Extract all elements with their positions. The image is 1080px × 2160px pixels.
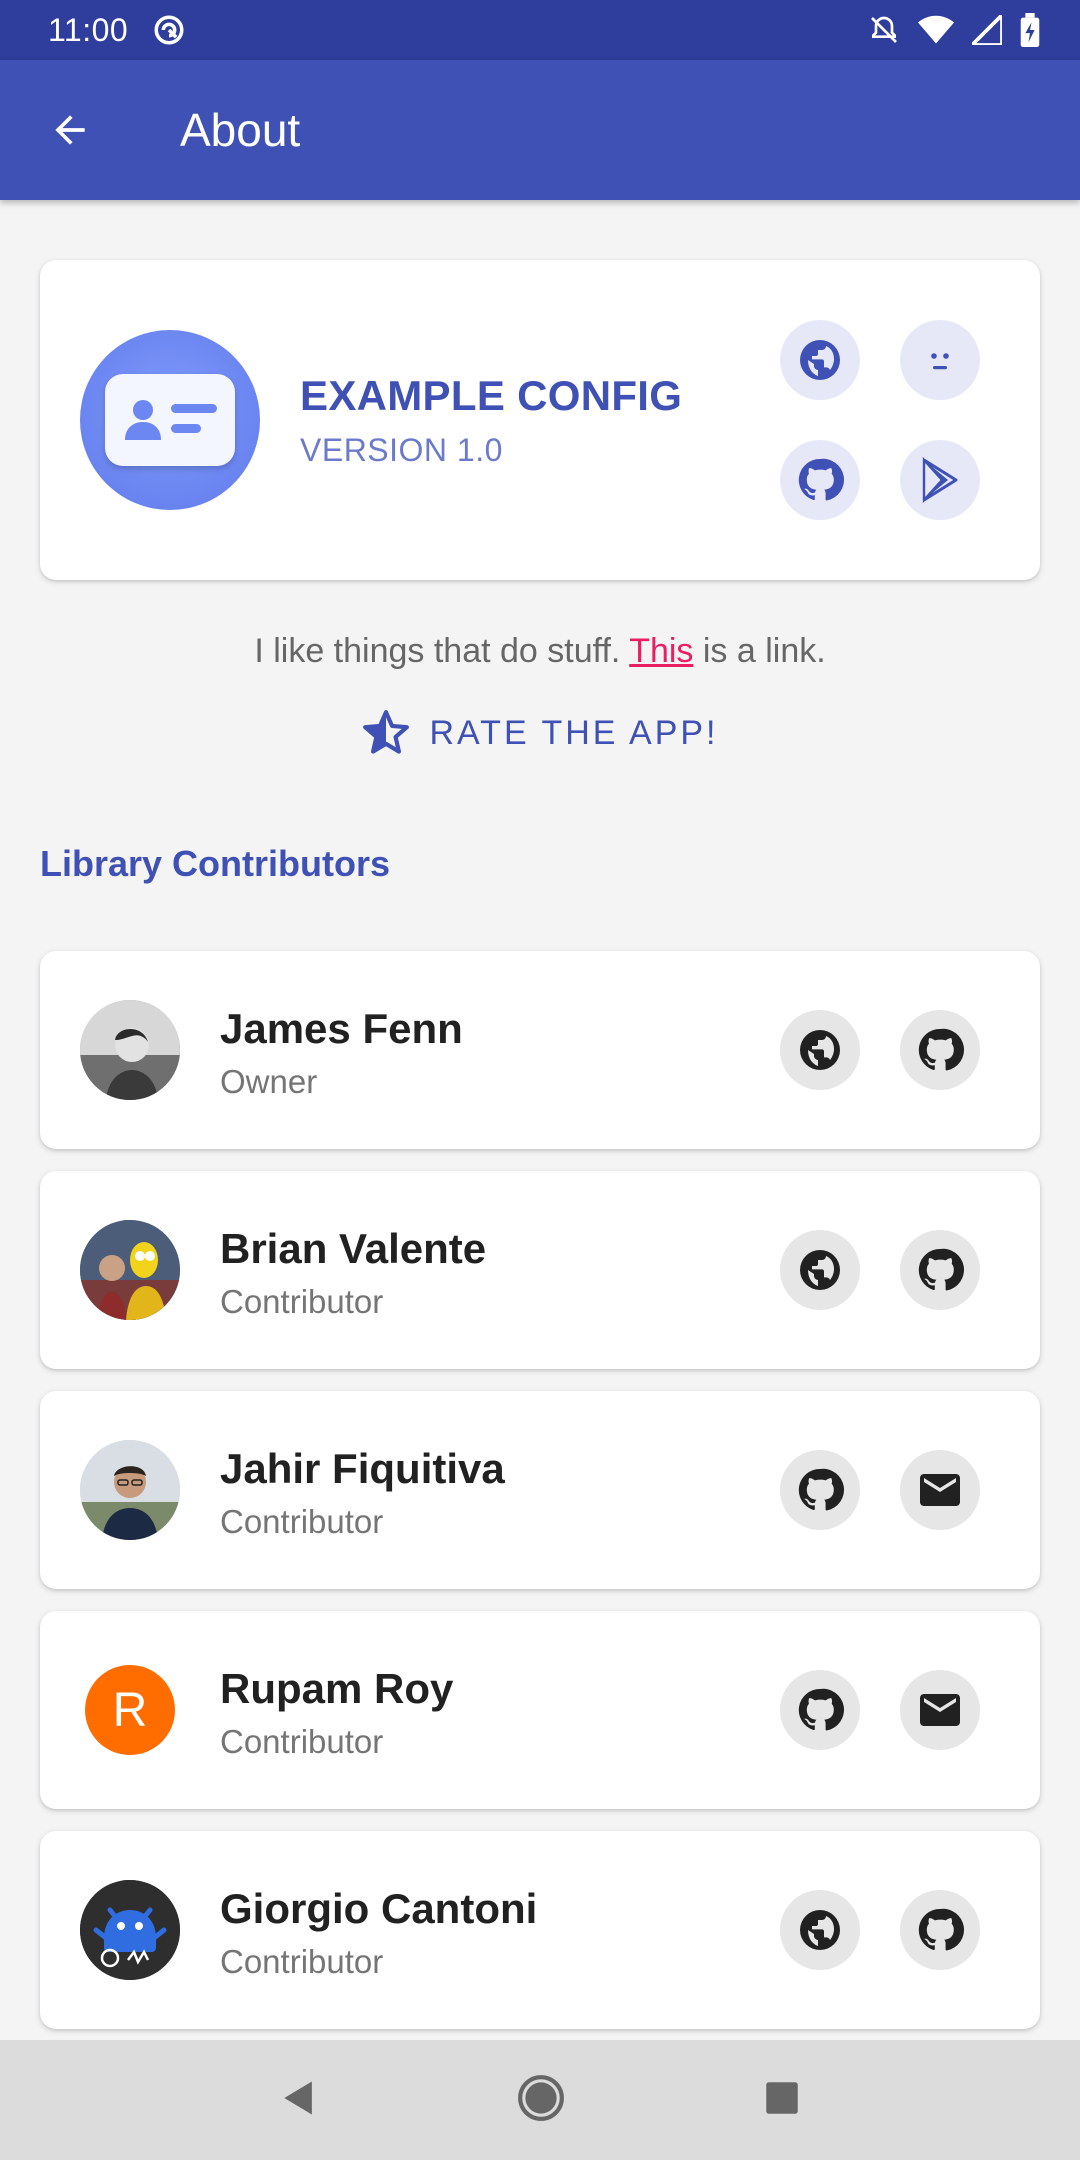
globe-icon <box>800 340 840 380</box>
system-navigation-bar <box>0 2040 1080 2160</box>
rate-app-button[interactable]: RATE THE APP! <box>0 708 1080 758</box>
contributor-card[interactable]: Giorgio Cantoni Contributor <box>40 1831 1040 2029</box>
app-header-card: EXAMPLE CONFIG VERSION 1.0 <box>40 260 1040 580</box>
status-time: 11:00 <box>48 11 129 48</box>
app-logo <box>80 330 260 510</box>
sync-icon <box>152 13 186 47</box>
page-title: About <box>180 104 301 156</box>
contributor-name: Brian Valente <box>220 1225 487 1272</box>
circle-home-icon <box>518 2074 564 2121</box>
contributor-role: Contributor <box>220 1283 384 1320</box>
play-store-icon <box>922 456 958 504</box>
contributor-name: Giorgio Cantoni <box>220 1885 538 1932</box>
contributor-email-button[interactable] <box>900 1670 980 1750</box>
globe-icon <box>800 1030 840 1070</box>
back-button[interactable] <box>0 60 140 200</box>
avatar-letter: R <box>112 1683 148 1737</box>
nav-home-button[interactable] <box>516 2073 566 2128</box>
contributor-github-button[interactable] <box>780 1670 860 1750</box>
github-icon <box>918 1248 964 1291</box>
github-icon <box>798 458 844 501</box>
app-description: I like things that do stuff. This is a l… <box>0 632 1080 671</box>
avatar <box>80 1000 180 1100</box>
feedback-button[interactable] <box>900 320 980 400</box>
triangle-back-icon <box>284 2081 313 2114</box>
section-title-contributors: Library Contributors <box>40 843 391 884</box>
avatar <box>80 1440 180 1540</box>
contributor-website-button[interactable] <box>780 1890 860 1970</box>
contributor-github-button[interactable] <box>780 1450 860 1530</box>
contributor-role: Contributor <box>220 1943 384 1980</box>
globe-icon <box>800 1250 840 1290</box>
github-icon <box>918 1908 964 1951</box>
contributor-role: Contributor <box>220 1723 384 1760</box>
website-button[interactable] <box>780 320 860 400</box>
github-button[interactable] <box>780 440 860 520</box>
contributor-role: Owner <box>220 1063 318 1100</box>
contributor-name: Rupam Roy <box>220 1665 454 1712</box>
play-store-button[interactable] <box>900 440 980 520</box>
avatar <box>80 1880 180 1980</box>
avatar: R <box>85 1665 175 1755</box>
nav-recents-button[interactable] <box>761 2077 803 2124</box>
app-version: VERSION 1.0 <box>300 432 503 468</box>
app-name: EXAMPLE CONFIG <box>300 372 683 419</box>
contributor-card[interactable]: R Rupam Roy Contributor <box>40 1611 1040 1809</box>
github-icon <box>798 1688 844 1731</box>
notifications-off-icon <box>868 14 900 46</box>
contributor-website-button[interactable] <box>780 1010 860 1090</box>
wifi-icon <box>918 14 954 46</box>
contributor-role: Contributor <box>220 1503 384 1540</box>
contributor-card[interactable]: Brian Valente Contributor <box>40 1171 1040 1369</box>
app-bar: About <box>0 60 1080 200</box>
contributor-email-button[interactable] <box>900 1450 980 1530</box>
nav-back-button[interactable] <box>277 2076 321 2125</box>
contributor-github-button[interactable] <box>900 1230 980 1310</box>
contributor-card[interactable]: James Fenn Owner <box>40 951 1040 1149</box>
battery-icon <box>1020 13 1040 47</box>
contributor-github-button[interactable] <box>900 1890 980 1970</box>
email-icon <box>920 1694 960 1726</box>
contributor-name: James Fenn <box>220 1005 463 1052</box>
contributor-name: Jahir Fiquitiva <box>220 1445 505 1492</box>
github-icon <box>918 1028 964 1071</box>
description-text: I like things that do stuff. <box>254 632 630 670</box>
github-icon <box>798 1468 844 1511</box>
contributor-github-button[interactable] <box>900 1010 980 1090</box>
email-icon <box>920 1474 960 1506</box>
contributor-website-button[interactable] <box>780 1230 860 1310</box>
avatar <box>80 1220 180 1320</box>
globe-icon <box>800 1910 840 1950</box>
square-recents-icon <box>765 2081 798 2114</box>
status-bar: 11:00 <box>0 0 1080 60</box>
description-link[interactable]: This <box>629 632 693 670</box>
description-text-end: is a link. <box>693 632 826 670</box>
star-half-icon <box>363 710 410 754</box>
contributor-card[interactable]: Jahir Fiquitiva Contributor <box>40 1391 1040 1589</box>
neutral-face-icon <box>931 353 949 370</box>
rate-app-label: RATE THE APP! <box>429 713 719 752</box>
arrow-back-icon <box>55 115 85 145</box>
id-card-icon <box>105 374 235 466</box>
signal-icon <box>972 15 1002 45</box>
